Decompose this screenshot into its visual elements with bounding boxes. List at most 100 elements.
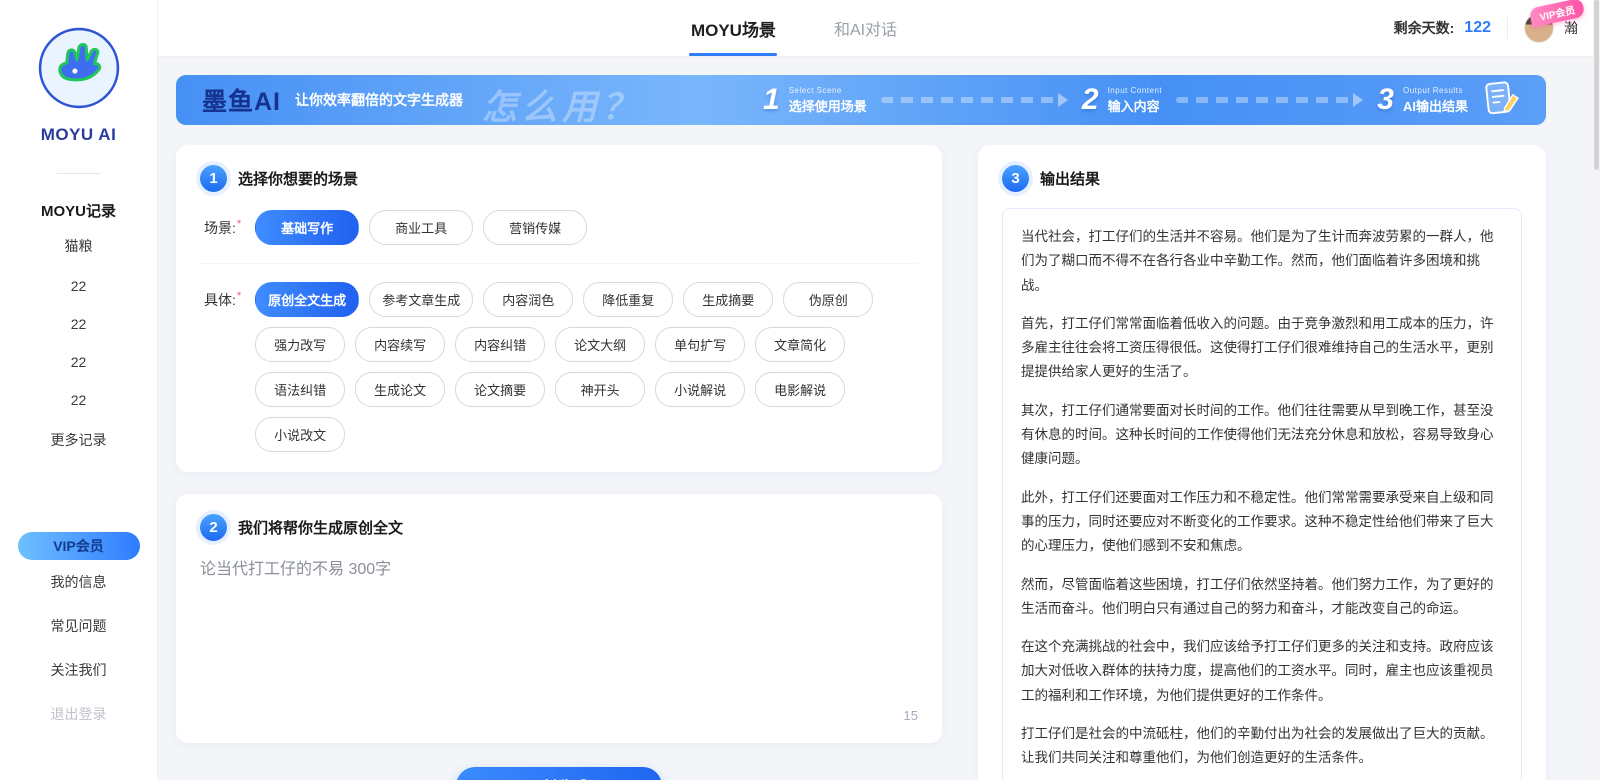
page-scrollbar[interactable]	[1593, 0, 1600, 780]
sidebar-item-faq[interactable]: 常见问题	[51, 604, 107, 648]
vip-member-button[interactable]: VIP会员	[18, 532, 140, 560]
scrollbar-thumb[interactable]	[1594, 0, 1599, 170]
sidebar-item-my-info[interactable]: 我的信息	[51, 560, 107, 604]
specific-field-row: 具体:* 原创全文生成 参考文章生成 内容润色 降低重复 生成摘要 伪原创 强力…	[200, 282, 918, 452]
option-pill[interactable]: 文章简化	[755, 327, 845, 362]
output-paragraph: 当代社会，打工仔们的生活并不容易。他们是为了生计而奔波劳累的一群人，他们为了糊口…	[1021, 225, 1503, 298]
option-pill[interactable]: 电影解说	[755, 372, 845, 407]
flow-arrow-icon	[1176, 97, 1351, 103]
scene-pill-marketing-media[interactable]: 营销传媒	[483, 210, 587, 245]
banner-brand: 墨鱼AI	[202, 82, 281, 118]
output-card-title: 输出结果	[1040, 168, 1100, 189]
option-pill[interactable]: 生成论文	[355, 372, 445, 407]
required-mark: *	[237, 218, 241, 230]
scene-pill-group: 基础写作 商业工具 营销传媒	[255, 210, 918, 245]
left-column: 1 选择你想要的场景 场景:* 基础写作 商业工具 营销传媒 具体:* 原创全文…	[176, 145, 942, 780]
remaining-days-label: 剩余天数:	[1394, 18, 1455, 38]
app-logo: MOYU AI	[37, 26, 121, 145]
scene-pill-business-tools[interactable]: 商业工具	[369, 210, 473, 245]
record-item[interactable]: 22	[0, 305, 157, 343]
main-area: MOYU场景 和AI对话 剩余天数: 122 瀚 VIP会员 墨鱼AI 让你效率…	[158, 0, 1600, 780]
step-1-circle: 1	[200, 165, 227, 192]
output-paragraph: 打工仔们是社会的中流砥柱，他们的辛勤付出为社会的发展做出了巨大的贡献。让我们共同…	[1021, 722, 1503, 771]
option-pill[interactable]: 内容续写	[355, 327, 445, 362]
card-header: 3 输出结果	[1002, 165, 1522, 192]
option-pill[interactable]: 降低重复	[583, 282, 673, 317]
sidebar-divider	[57, 173, 101, 174]
records-title: MOYU记录	[41, 192, 116, 225]
sidebar: MOYU AI MOYU记录 猫粮 22 22 22 22 更多记录 VIP会员…	[0, 0, 158, 780]
banner-steps: 1 Select Scene 选择使用场景 2 Input Content 输入…	[763, 83, 1468, 117]
generate-button-row: 一键生成	[176, 767, 942, 780]
output-card: 3 输出结果 当代社会，打工仔们的生活并不容易。他们是为了生计而奔波劳累的一群人…	[978, 145, 1546, 780]
specific-pill-group: 原创全文生成 参考文章生成 内容润色 降低重复 生成摘要 伪原创 强力改写 内容…	[255, 282, 918, 452]
option-pill[interactable]: 内容纠错	[455, 327, 545, 362]
sidebar-item-logout[interactable]: 退出登录	[51, 692, 107, 736]
option-pill[interactable]: 论文摘要	[455, 372, 545, 407]
more-records-link[interactable]: 更多记录	[0, 419, 157, 461]
generate-button[interactable]: 一键生成	[456, 767, 662, 780]
top-bar: MOYU场景 和AI对话 剩余天数: 122 瀚 VIP会员	[158, 0, 1600, 57]
step-label-zh: AI输出结果	[1403, 96, 1468, 115]
step-number: 2	[1082, 83, 1099, 117]
record-item[interactable]: 22	[0, 343, 157, 381]
banner-step-2: 2 Input Content 输入内容	[1082, 83, 1162, 117]
flow-arrow-icon	[881, 97, 1056, 103]
output-paragraph: 然而，尽管面临着这些困境，打工仔们依然坚持着。他们努力工作，为了更好的生活而奋斗…	[1021, 573, 1503, 622]
char-count: 15	[200, 708, 918, 723]
tab-moyu-scene[interactable]: MOYU场景	[691, 0, 776, 56]
output-paragraph: 首先，打工仔们常常面临着低收入的问题。由于竞争激烈和用工成本的压力，许多雇主往往…	[1021, 312, 1503, 385]
option-pill[interactable]: 语法纠错	[255, 372, 345, 407]
option-pill[interactable]: 生成摘要	[683, 282, 773, 317]
scene-selection-card: 1 选择你想要的场景 场景:* 基础写作 商业工具 营销传媒 具体:* 原创全文…	[176, 145, 942, 472]
content-area: 1 选择你想要的场景 场景:* 基础写作 商业工具 营销传媒 具体:* 原创全文…	[158, 145, 1600, 780]
record-item[interactable]: 猫粮	[0, 225, 157, 267]
sidebar-item-follow-us[interactable]: 关注我们	[51, 648, 107, 692]
moyu-logo-icon	[37, 26, 121, 115]
input-card-title: 我们将帮你生成原创全文	[238, 517, 403, 538]
option-pill[interactable]: 小说解说	[655, 372, 745, 407]
card-header: 1 选择你想要的场景	[200, 165, 918, 192]
prompt-input[interactable]: 论当代打工仔的不易 300字	[200, 555, 918, 703]
scene-pill-basic-writing[interactable]: 基础写作	[255, 210, 359, 245]
option-pill[interactable]: 单句扩写	[655, 327, 745, 362]
tab-bar: MOYU场景 和AI对话	[691, 0, 897, 56]
option-pill[interactable]: 论文大纲	[555, 327, 645, 362]
username: 瀚	[1564, 18, 1578, 38]
required-mark: *	[237, 290, 241, 302]
tab-ai-chat[interactable]: 和AI对话	[834, 0, 897, 56]
record-item[interactable]: 22	[0, 267, 157, 305]
step-2-circle: 2	[200, 514, 227, 541]
step-label-en: Select Scene	[789, 86, 867, 95]
scene-field-label: 场景:*	[204, 218, 241, 245]
specific-field-label: 具体:*	[204, 290, 241, 452]
option-pill[interactable]: 神开头	[555, 372, 645, 407]
step-label-en: Input Content	[1108, 86, 1163, 95]
option-pill[interactable]: 伪原创	[783, 282, 873, 317]
top-right-account: 剩余天数: 122 瀚 VIP会员	[1394, 0, 1578, 56]
option-pill[interactable]: 小说改文	[255, 417, 345, 452]
record-item[interactable]: 22	[0, 381, 157, 419]
option-pill[interactable]: 参考文章生成	[369, 282, 473, 317]
banner-watermark: 怎么用？	[482, 79, 642, 125]
step-number: 1	[763, 83, 780, 117]
step-label-zh: 输入内容	[1108, 96, 1163, 115]
output-paragraph: 其次，打工仔们通常要面对长时间的工作。他们往往需要从早到晚工作，甚至没有休息的时…	[1021, 399, 1503, 472]
option-pill[interactable]: 强力改写	[255, 327, 345, 362]
how-to-use-banner: 墨鱼AI 让你效率翻倍的文字生成器 怎么用？ 1 Select Scene 选择…	[176, 75, 1546, 125]
scene-field-row: 场景:* 基础写作 商业工具 营销传媒	[200, 210, 918, 264]
document-pencil-icon	[1480, 77, 1522, 124]
option-pill[interactable]: 内容润色	[483, 282, 573, 317]
card-header: 2 我们将帮你生成原创全文	[200, 514, 918, 541]
input-card: 2 我们将帮你生成原创全文 论当代打工仔的不易 300字 15	[176, 494, 942, 743]
option-pill[interactable]: 原创全文生成	[255, 282, 359, 317]
remaining-days-value: 122	[1464, 19, 1491, 37]
output-paragraph: 在这个充满挑战的社会中，我们应该给予打工仔们更多的关注和支持。政府应该加大对低收…	[1021, 635, 1503, 708]
brand-text: MOYU AI	[41, 125, 117, 145]
right-column: 3 输出结果 当代社会，打工仔们的生活并不容易。他们是为了生计而奔波劳累的一群人…	[978, 145, 1546, 780]
step-number: 3	[1377, 83, 1394, 117]
step-label-en: Output Results	[1403, 86, 1468, 95]
output-text-box: 当代社会，打工仔们的生活并不容易。他们是为了生计而奔波劳累的一群人，他们为了糊口…	[1002, 208, 1522, 780]
scene-card-title: 选择你想要的场景	[238, 168, 358, 189]
banner-step-1: 1 Select Scene 选择使用场景	[763, 83, 867, 117]
